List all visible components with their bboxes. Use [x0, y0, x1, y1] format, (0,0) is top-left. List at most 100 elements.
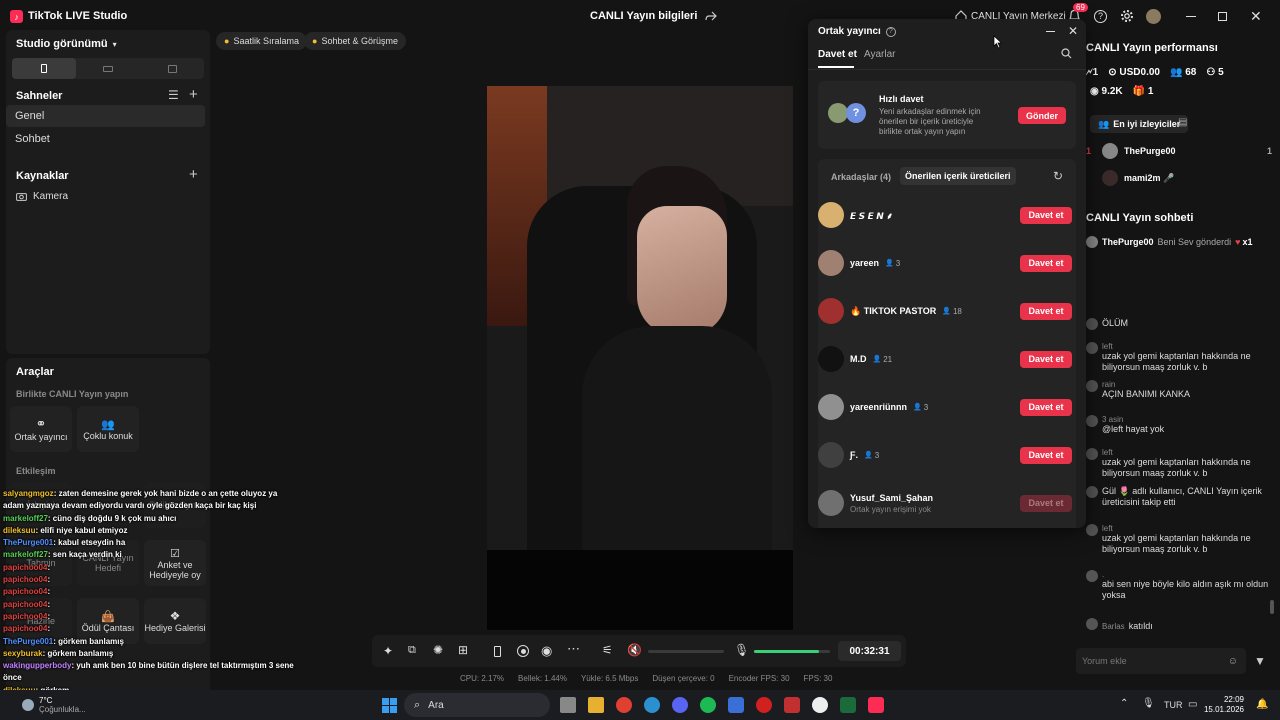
task-view-icon[interactable] [560, 697, 576, 713]
microphone-icon[interactable]: 🎙 [734, 643, 749, 657]
popup-close-icon[interactable]: ✕ [1068, 24, 1078, 38]
settings-button[interactable] [1120, 9, 1134, 23]
popup-minimize-icon[interactable] [1046, 31, 1055, 33]
tab-invite[interactable]: Davet et [818, 49, 857, 60]
crop-icon[interactable]: ⧉ [408, 644, 416, 657]
studio-view-dropdown[interactable]: Studio görünümü ▾ [16, 38, 117, 50]
info-icon[interactable]: ? [885, 26, 896, 37]
overlay-chat-text: önce [3, 673, 22, 683]
weather-widget[interactable]: 7°C Çoğunlukla... [22, 696, 86, 714]
minimize-icon[interactable] [1186, 16, 1196, 18]
microphone-tray-icon[interactable]: 🎙 [1142, 698, 1155, 709]
live-info-button[interactable]: CANLI Yayın bilgileri [590, 10, 718, 22]
popup-search-button[interactable] [1061, 48, 1072, 59]
more-icon[interactable]: ⋯ [567, 641, 580, 657]
language-indicator[interactable]: TUR [1164, 700, 1183, 710]
hourly-ranking-pill[interactable]: ● Saatlik Sıralama [216, 32, 307, 50]
viewer-row[interactable]: 1 ThePurge00 1 [1086, 143, 1272, 159]
notification-tray-icon[interactable]: 🔔 [1256, 699, 1268, 710]
viewer-row[interactable]: mami2m 🎤 [1102, 170, 1174, 186]
performance-stats-row2: ◉ 9.2K 🎁 1 [1090, 86, 1153, 97]
comment-placeholder: Yorum ekle [1082, 656, 1127, 666]
list-icon[interactable]: ☰ [168, 88, 179, 102]
add-scene-icon[interactable]: + [189, 86, 198, 103]
coin-icon: ⊙ [1108, 67, 1117, 78]
portrait-mode-icon[interactable] [494, 646, 501, 657]
fps-stat: FPS: 30 [803, 674, 833, 683]
clipboard-icon[interactable]: ▤ [1178, 117, 1187, 128]
top-viewers-tab[interactable]: 👥 En iyi izleyiciler [1090, 115, 1189, 133]
creator-follower-count: 3 [874, 450, 880, 460]
add-media-icon[interactable]: ⊞ [458, 643, 468, 657]
speaker-volume-slider[interactable] [648, 650, 724, 653]
terminal-icon[interactable] [840, 697, 856, 713]
scene-label: Sohbet [15, 133, 50, 145]
magic-wand-icon[interactable]: ✦ [383, 644, 393, 658]
scene-item-sohbet[interactable]: Sohbet [6, 128, 205, 150]
opera-icon[interactable] [756, 697, 772, 713]
chat-meeting-pill[interactable]: ● Sohbet & Görüşme [304, 32, 406, 50]
steam-icon[interactable] [728, 697, 744, 713]
app-icon[interactable] [784, 697, 800, 713]
live-chat-title: CANLI Yayın sohbeti [1086, 212, 1194, 224]
audio-mixer-icon[interactable]: ⚟ [602, 643, 613, 657]
tab-suggested-creators[interactable]: Önerilen içerik üreticileri [900, 167, 1016, 185]
eye-icon: ◉ [1090, 86, 1099, 97]
mic-volume-slider[interactable] [754, 650, 830, 653]
discord-icon[interactable] [672, 697, 688, 713]
invite-button[interactable]: Davet et [1020, 206, 1072, 224]
windows-start-icon[interactable] [382, 698, 397, 713]
obs-icon[interactable] [812, 697, 828, 713]
profile-avatar[interactable] [1146, 9, 1161, 24]
portrait-layout-button[interactable] [12, 58, 76, 79]
invite-button[interactable]: Davet et [1020, 494, 1072, 512]
chat-scrollbar[interactable] [1270, 600, 1274, 614]
stat-value: 1 [1147, 86, 1154, 97]
speaker-muted-icon[interactable]: 🔇 [627, 643, 642, 657]
edge-icon[interactable] [644, 697, 660, 713]
chrome-icon[interactable] [616, 697, 632, 713]
chevron-up-icon[interactable]: ⌃ [1120, 698, 1128, 709]
invite-button[interactable]: Davet et [1020, 254, 1072, 272]
tab-friends[interactable]: Arkadaşlar (4) [831, 172, 891, 182]
maximize-icon[interactable] [1218, 12, 1227, 21]
overlay-chat-text: : [47, 575, 51, 585]
co-host-tool[interactable]: ⚭ Ortak yayıncı [10, 406, 72, 452]
scene-item-genel[interactable]: Genel [6, 105, 205, 127]
tab-settings[interactable]: Ayarlar [864, 49, 896, 60]
add-source-icon[interactable]: + [189, 166, 198, 183]
emoji-icon[interactable]: ☺ [1228, 656, 1238, 667]
invite-button[interactable]: Davet et [1020, 398, 1072, 416]
upload-stat: Yükle: 6.5 Mbps [580, 674, 639, 683]
user-icon: 👤 [872, 356, 882, 363]
comment-box[interactable]: Yorum ekle ☺ [1076, 648, 1246, 674]
dual-layout-button[interactable] [140, 58, 204, 79]
live-info-label: CANLI Yayın bilgileri [590, 10, 698, 22]
refresh-icon[interactable]: ↻ [1053, 169, 1063, 183]
close-window-icon[interactable]: ✕ [1250, 9, 1262, 23]
landscape-layout-button[interactable] [76, 58, 140, 79]
clock[interactable]: 22:09 15.01.2026 [1202, 695, 1244, 715]
invite-button[interactable]: Davet et [1020, 446, 1072, 464]
source-item-camera[interactable]: Kamera [16, 191, 68, 202]
multi-guest-tool[interactable]: 👥 Çoklu konuk [77, 406, 139, 452]
overlay-chat-line: adam yazmaya devam ediyordu vardı oyle g… [3, 501, 303, 513]
help-icon[interactable]: ? [1094, 10, 1107, 23]
spotify-icon[interactable] [700, 697, 716, 713]
send-icon[interactable]: ▼ [1254, 654, 1266, 668]
overlay-chat-username: ThePurge001 [3, 538, 54, 548]
file-explorer-icon[interactable] [588, 697, 604, 713]
overlay-chat-line: markeloff27: sen kaça verdin ki [3, 550, 303, 562]
creator-info: 𝙀 𝙎 𝙀 𝙉 ⸙ [844, 209, 1020, 222]
overlay-chat-username: ThePurge001 [3, 636, 54, 646]
invite-button[interactable]: Davet et [1020, 302, 1072, 320]
effects-icon[interactable]: ✺ [433, 643, 443, 657]
record-icon[interactable] [517, 645, 529, 657]
send-button[interactable]: Gönder [1018, 107, 1066, 124]
taskbar-search[interactable]: ⌕ Ara [404, 693, 550, 717]
filter-icon[interactable]: ◉ [541, 643, 552, 659]
monitor-icon[interactable]: ▭ [1188, 699, 1197, 710]
tiktok-taskbar-icon[interactable] [868, 697, 884, 713]
preview-bottom-area [487, 550, 793, 630]
invite-button[interactable]: Davet et [1020, 350, 1072, 368]
